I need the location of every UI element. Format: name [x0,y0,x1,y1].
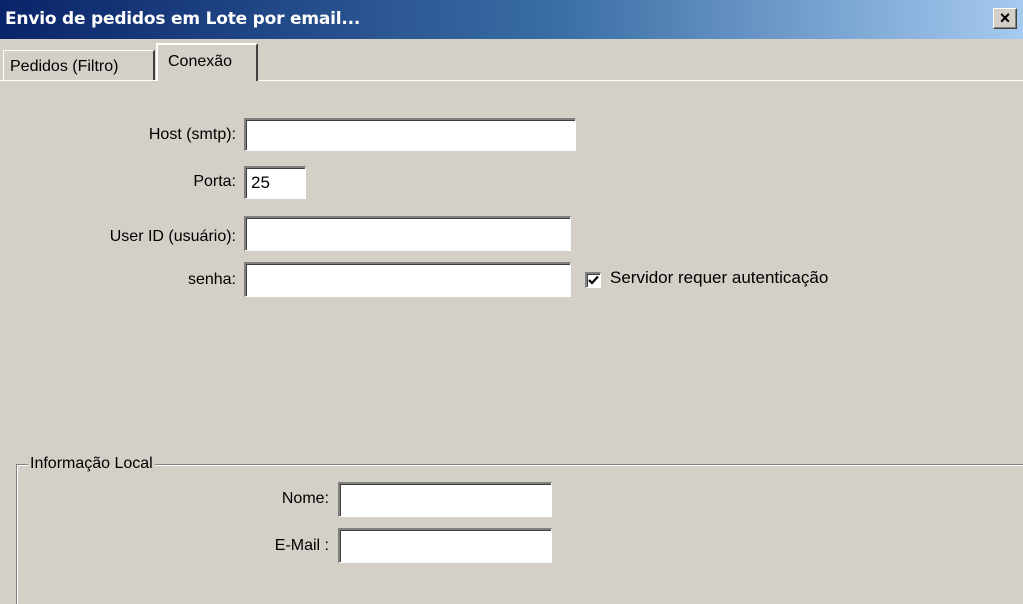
user-id-input[interactable] [244,216,571,251]
password-label: senha: [187,271,236,288]
port-input[interactable] [244,166,306,199]
name-label: Nome: [281,490,329,507]
checkmark-icon [588,275,599,285]
host-input[interactable] [244,118,576,151]
name-input[interactable] [338,482,552,517]
tab-strip: Pedidos (Filtro) Conexão [0,39,1023,81]
tab-label: Conexão [168,53,233,70]
password-input[interactable] [244,262,571,297]
window-title: Envio de pedidos em Lote por email... [5,9,361,29]
tab-conexao[interactable]: Conexão [156,43,258,81]
auth-checkbox[interactable] [585,272,601,288]
close-icon: × [999,8,1011,28]
tab-panel-border [0,80,1023,81]
email-label: E-Mail : [274,537,329,554]
tab-pedidos-filtro[interactable]: Pedidos (Filtro) [3,50,155,80]
host-label: Host (smtp): [148,126,236,143]
auth-checkbox-label[interactable]: Servidor requer autenticação [610,268,828,288]
title-bar[interactable]: Envio de pedidos em Lote por email... × [0,0,1023,39]
email-input[interactable] [338,528,552,563]
local-info-title: Informação Local [28,455,155,473]
tab-label: Pedidos (Filtro) [10,58,119,75]
close-button[interactable]: × [993,8,1017,29]
port-label: Porta: [193,173,236,190]
user-id-label: User ID (usuário): [109,228,236,245]
